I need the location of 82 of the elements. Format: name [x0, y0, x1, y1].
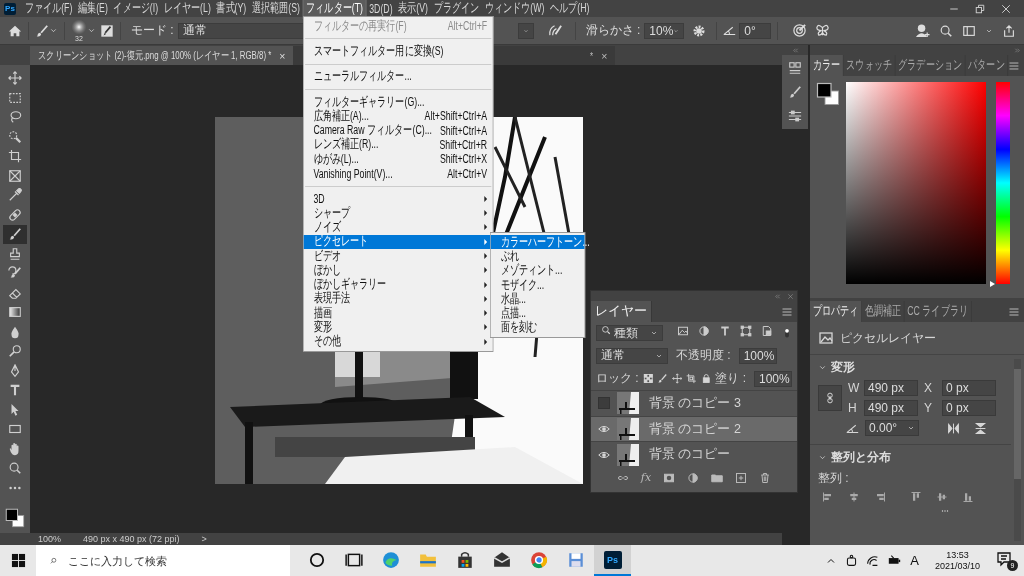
menu-item[interactable]: Vanishing Point(V)... Alt+Ctrl+V: [303, 166, 493, 181]
menu-item[interactable]: 広角補正(A)... Alt+Shift+Ctrl+A: [303, 109, 493, 124]
fill-field[interactable]: 100%: [754, 370, 792, 387]
layer-type: ピクセルレイヤー: [840, 329, 936, 347]
menu-item[interactable]: ピクセレート: [303, 234, 493, 249]
document-size: 490 px x 490 px (72 ppi): [83, 534, 180, 544]
zoom-level: 100%: [38, 534, 62, 544]
panel-tab[interactable]: スウォッチ: [843, 55, 896, 76]
menu-item[interactable]: メゾティント...: [490, 263, 585, 278]
opacity-label: 不透明度 :: [676, 347, 731, 364]
smoothing-field[interactable]: 10%: [644, 22, 685, 39]
status-arrow[interactable]: >: [201, 534, 207, 544]
menu-item[interactable]: プラグイン: [430, 0, 482, 18]
angle-field[interactable]: 0°: [739, 22, 772, 39]
panel-tab[interactable]: プロパティ: [810, 301, 862, 322]
input-field[interactable]: 0 px: [942, 380, 996, 396]
section-title: 変形: [831, 359, 855, 376]
taskbar-app[interactable]: Ps: [594, 545, 631, 576]
app-logo: Ps: [4, 2, 16, 15]
input-field[interactable]: 490 px: [864, 400, 918, 416]
layer-name: 背景 のコピー: [649, 446, 731, 464]
menu-item[interactable]: 書式(Y): [213, 0, 250, 18]
tab-close[interactable]: ×: [279, 49, 286, 62]
layer-row[interactable]: 背景 のコピー 2: [591, 415, 797, 442]
menu-item[interactable]: イメージ(I): [110, 0, 161, 18]
menu-item[interactable]: ゆがみ(L)... Shift+Ctrl+X: [303, 152, 493, 167]
menu-item[interactable]: その他: [303, 334, 493, 349]
menu-item[interactable]: 選択範囲(S): [249, 0, 303, 18]
field-label: Y: [924, 401, 933, 415]
input-field[interactable]: 0 px: [942, 400, 996, 416]
menu-item[interactable]: 編集(E): [75, 0, 111, 18]
menu-item[interactable]: 3D(D): [366, 0, 396, 17]
field-label: W: [848, 381, 858, 395]
panel-tab[interactable]: パターン: [965, 55, 1009, 76]
section-title: 整列と分布: [831, 449, 891, 466]
field-label: X: [924, 381, 933, 395]
search-field[interactable]: ここに入力して検索: [68, 545, 290, 576]
panel-tab[interactable]: CC ライブラリ: [904, 301, 972, 322]
menu-item[interactable]: 表示(V): [395, 0, 431, 18]
menu-item[interactable]: レイヤー(L): [160, 0, 214, 18]
menu-item[interactable]: 面を刻む: [490, 320, 585, 336]
menu-item[interactable]: 点描...: [490, 306, 585, 321]
layer-name: 背景 のコピー 2: [649, 420, 741, 438]
angle-field[interactable]: 0.00°: [865, 420, 919, 436]
input-field[interactable]: 490 px: [864, 380, 918, 396]
menu-item[interactable]: フィルターギャラリー(G)...: [303, 94, 493, 110]
menu-item[interactable]: スマートフィルター用に変換(S): [303, 44, 493, 59]
menu-item[interactable]: Camera Raw フィルター(C)... Shift+Ctrl+A: [303, 123, 493, 138]
layer-row[interactable]: 背景 のコピー: [591, 441, 797, 467]
tab-title: *: [590, 49, 594, 62]
lock-label: ロック :: [596, 370, 639, 387]
document-tab[interactable]: スクリーンショット (2)-復元.png @ 100% (レイヤー 1, RGB/8) * ×: [30, 46, 294, 65]
panel-tab[interactable]: グラデーション: [895, 55, 966, 76]
filter-dropdown[interactable]: 種類: [596, 325, 663, 341]
menu-item[interactable]: 3D: [303, 191, 493, 206]
clock[interactable]: 13:53 2021/03/10: [934, 549, 980, 572]
smoothing-label: 滑らかさ :: [585, 22, 641, 39]
menu-item[interactable]: ファイル(F): [22, 0, 76, 18]
panel-tab[interactable]: レイヤー: [591, 301, 652, 322]
tab-close[interactable]: ×: [601, 49, 608, 62]
menu-item[interactable]: レンズ補正(R)... Shift+Ctrl+R: [303, 137, 493, 153]
ime-indicator[interactable]: A: [910, 553, 919, 568]
opacity-field[interactable]: 100%: [738, 347, 777, 364]
menu-item[interactable]: ぶれ: [490, 249, 585, 264]
tab-title: スクリーンショット (2)-復元.png @ 100% (レイヤー 1, RGB/8) *: [38, 48, 272, 63]
layer-name: 背景 のコピー 3: [649, 394, 741, 412]
panel-tab[interactable]: カラー: [810, 55, 844, 76]
menu-item[interactable]: ウィンドウ(W): [481, 0, 548, 18]
menu-item[interactable]: シャープ: [303, 205, 493, 221]
menu-item[interactable]: ニューラルフィルター...: [303, 69, 493, 84]
align-label: 整列 :: [818, 470, 849, 487]
menu-item[interactable]: ヘルプ(H): [547, 0, 593, 18]
field-label: H: [848, 401, 858, 415]
blend-dropdown[interactable]: 通常: [596, 347, 668, 364]
mode-label: モード :: [131, 22, 174, 39]
panel-tab[interactable]: 色調補正: [861, 301, 905, 322]
fx-button[interactable]: fx: [640, 471, 652, 484]
menu-item[interactable]: モザイク...: [490, 277, 585, 293]
layer-row[interactable]: 背景 のコピー 3: [591, 390, 797, 416]
menu-item[interactable]: 水晶...: [490, 292, 585, 307]
fill-label: 塗り :: [715, 370, 746, 387]
menu-item[interactable]: ノイズ: [303, 220, 493, 235]
